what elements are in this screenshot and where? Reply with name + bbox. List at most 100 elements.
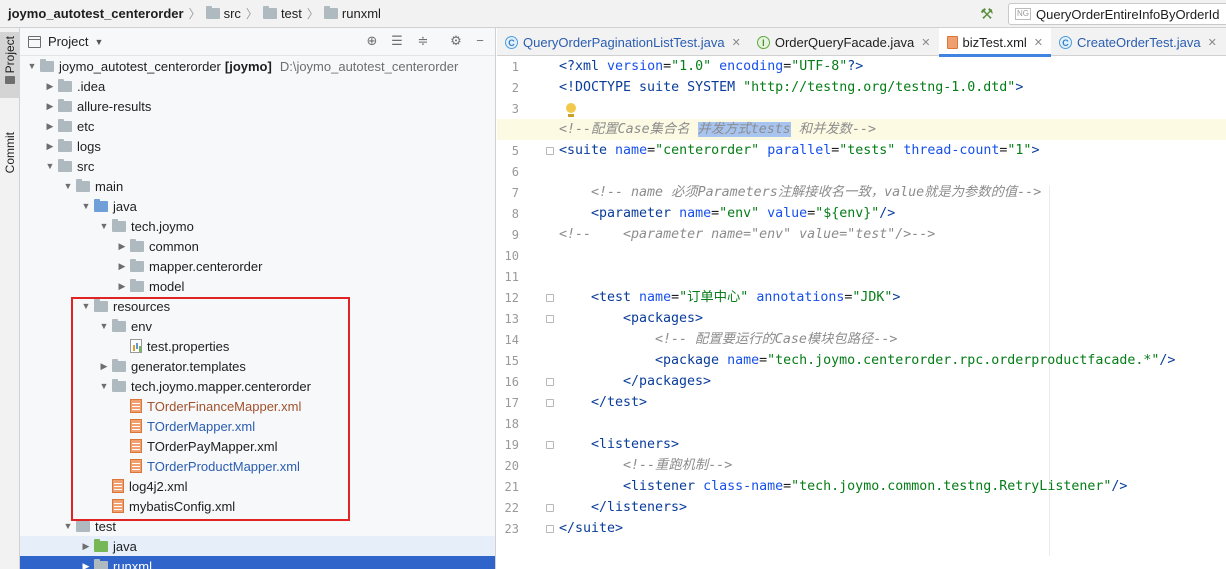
- line-number: 16: [504, 375, 519, 389]
- line-number: 11: [504, 270, 519, 284]
- tree-item-resources[interactable]: ▼ resources: [20, 296, 495, 316]
- collapse-all-icon[interactable]: ≑: [415, 33, 431, 49]
- chevron-down-icon[interactable]: ▼: [78, 301, 94, 311]
- tree-item-main[interactable]: ▼ main: [20, 176, 495, 196]
- chevron-down-icon[interactable]: ▼: [96, 381, 112, 391]
- run-configuration-selector[interactable]: NG QueryOrderEntireInfoByOrderId: [1008, 3, 1226, 25]
- chevron-down-icon[interactable]: ▼: [78, 201, 94, 211]
- line-number: 3: [511, 102, 519, 116]
- tab-order-query-facade[interactable]: I OrderQueryFacade.java ✕: [749, 28, 939, 56]
- chevron-right-icon[interactable]: ▶: [114, 281, 130, 292]
- folder-icon: [58, 78, 72, 92]
- tree-item-java[interactable]: ▼ java: [20, 196, 495, 216]
- chevron-down-icon[interactable]: ▼: [96, 321, 112, 331]
- tree-item-label: TOrderPayMapper.xml: [147, 438, 278, 454]
- tree-item-logs[interactable]: ▶ logs: [20, 136, 495, 156]
- expand-all-icon[interactable]: ☰: [389, 33, 405, 49]
- fold-marker-icon[interactable]: [546, 294, 554, 302]
- tree-item-label: joymo_autotest_centerorder: [59, 58, 221, 74]
- chevron-right-icon[interactable]: ▶: [42, 101, 58, 112]
- tree-item-mapper-centerorder[interactable]: ▶ mapper.centerorder: [20, 256, 495, 276]
- fold-marker-icon[interactable]: [546, 504, 554, 512]
- breadcrumb-test[interactable]: test: [262, 6, 302, 21]
- tree-item-tordermapper[interactable]: TOrderMapper.xml: [20, 416, 495, 436]
- chevron-down-icon[interactable]: ▼: [96, 221, 112, 231]
- project-panel-title[interactable]: Project: [48, 34, 88, 49]
- chevron-down-icon[interactable]: ▼: [42, 161, 58, 171]
- tree-item-mapper-package[interactable]: ▼ tech.joymo.mapper.centerorder: [20, 376, 495, 396]
- properties-file-icon: [130, 339, 142, 353]
- breadcrumb-project[interactable]: joymo_autotest_centerorder: [8, 6, 184, 21]
- tree-item-etc[interactable]: ▶ etc: [20, 116, 495, 136]
- chevron-down-icon[interactable]: ▼: [60, 181, 76, 191]
- fold-marker-icon[interactable]: [546, 399, 554, 407]
- fold-marker-icon[interactable]: [546, 441, 554, 449]
- tree-item-label: tech.joymo: [131, 218, 194, 234]
- chevron-down-icon[interactable]: ▼: [24, 61, 40, 71]
- close-icon[interactable]: ✕: [732, 36, 741, 49]
- folder-icon: [76, 178, 90, 192]
- code-line-19: <listeners>: [591, 437, 680, 452]
- tree-item-label: TOrderMapper.xml: [147, 418, 256, 434]
- tab-query-order-pagination[interactable]: C QueryOrderPaginationListTest.java ✕: [497, 28, 749, 56]
- chevron-right-icon[interactable]: ▶: [42, 141, 58, 152]
- tree-item-env[interactable]: ▼ env: [20, 316, 495, 336]
- tree-item-label: src: [77, 158, 95, 174]
- tree-item-test-properties[interactable]: test.properties: [20, 336, 495, 356]
- close-icon[interactable]: ✕: [921, 36, 930, 49]
- tree-item-test[interactable]: ▼ test: [20, 516, 495, 536]
- tree-item-torderfinancemapper[interactable]: TOrderFinanceMapper.xml: [20, 396, 495, 416]
- tree-item-root[interactable]: ▼ joymo_autotest_centerorder [joymo] D:\…: [20, 56, 495, 76]
- tree-item-log4j2[interactable]: log4j2.xml: [20, 476, 495, 496]
- close-icon[interactable]: ✕: [1208, 36, 1217, 49]
- folder-icon: [58, 118, 72, 132]
- project-tool-button[interactable]: Project: [0, 32, 20, 98]
- commit-tool-button[interactable]: Commit: [0, 132, 20, 192]
- tree-item-label: common: [149, 238, 199, 254]
- fold-marker-icon[interactable]: [546, 147, 554, 155]
- tool-window-strip: Project Commit: [0, 28, 20, 569]
- code-line-4: <!--配置Case集合名 并发方式tests 和并发数-->: [497, 119, 1226, 140]
- chevron-right-icon[interactable]: ▶: [96, 361, 112, 372]
- tree-item-model[interactable]: ▶ model: [20, 276, 495, 296]
- chevron-right-icon[interactable]: ▶: [78, 561, 94, 569]
- chevron-down-icon[interactable]: ▼: [60, 521, 76, 531]
- tree-item-torderpaymapper[interactable]: TOrderPayMapper.xml: [20, 436, 495, 456]
- fold-marker-icon[interactable]: [546, 315, 554, 323]
- tree-item-mybatisconfig[interactable]: mybatisConfig.xml: [20, 496, 495, 516]
- tree-item-idea[interactable]: ▶ .idea: [20, 76, 495, 96]
- tree-item-label: .idea: [77, 78, 106, 94]
- tab-biztest-xml[interactable]: bizTest.xml ✕: [938, 28, 1052, 57]
- chevron-right-icon[interactable]: ▶: [42, 81, 58, 92]
- tree-item-generator-templates[interactable]: ▶ generator.templates: [20, 356, 495, 376]
- folder-icon: [205, 6, 220, 19]
- chevron-right-icon[interactable]: ▶: [114, 241, 130, 252]
- chevron-right-icon[interactable]: ▶: [78, 541, 94, 552]
- code-line-23: </suite>: [559, 521, 624, 536]
- tree-item-torderproductmapper[interactable]: TOrderProductMapper.xml: [20, 456, 495, 476]
- tree-item-test-java[interactable]: ▶ java: [20, 536, 495, 556]
- gear-icon[interactable]: ⚙: [448, 33, 464, 49]
- code-content[interactable]: <?xml version="1.0" encoding="UTF-8"?> <…: [497, 56, 1226, 569]
- breadcrumb-src[interactable]: src: [205, 6, 241, 21]
- tree-item-allure-results[interactable]: ▶ allure-results: [20, 96, 495, 116]
- chevron-right-icon[interactable]: ▶: [42, 121, 58, 132]
- tree-item-runxml[interactable]: ▶ runxml: [20, 556, 495, 569]
- locate-icon[interactable]: ⊕: [364, 33, 380, 49]
- project-panel-header: Project ▼ ⊕ ☰ ≑ ⚙ −: [20, 28, 495, 56]
- fold-marker-icon[interactable]: [546, 378, 554, 386]
- fold-marker-icon[interactable]: [546, 525, 554, 533]
- hammer-icon[interactable]: ⚒: [980, 5, 993, 23]
- chevron-right-icon[interactable]: ▶: [114, 261, 130, 272]
- run-configuration-label: QueryOrderEntireInfoByOrderId: [1036, 6, 1220, 22]
- code-line-17: </test>: [591, 395, 648, 410]
- code-line-13: <packages>: [623, 311, 704, 326]
- tab-create-order-test[interactable]: C CreateOrderTest.java ✕: [1051, 28, 1225, 56]
- close-icon[interactable]: ✕: [1034, 36, 1043, 49]
- tree-item-tech-joymo[interactable]: ▼ tech.joymo: [20, 216, 495, 236]
- tree-item-common[interactable]: ▶ common: [20, 236, 495, 256]
- minimize-icon[interactable]: −: [472, 33, 488, 49]
- breadcrumb-runxml[interactable]: runxml: [323, 6, 381, 21]
- tree-item-src[interactable]: ▼ src: [20, 156, 495, 176]
- chevron-down-icon[interactable]: ▼: [94, 37, 103, 47]
